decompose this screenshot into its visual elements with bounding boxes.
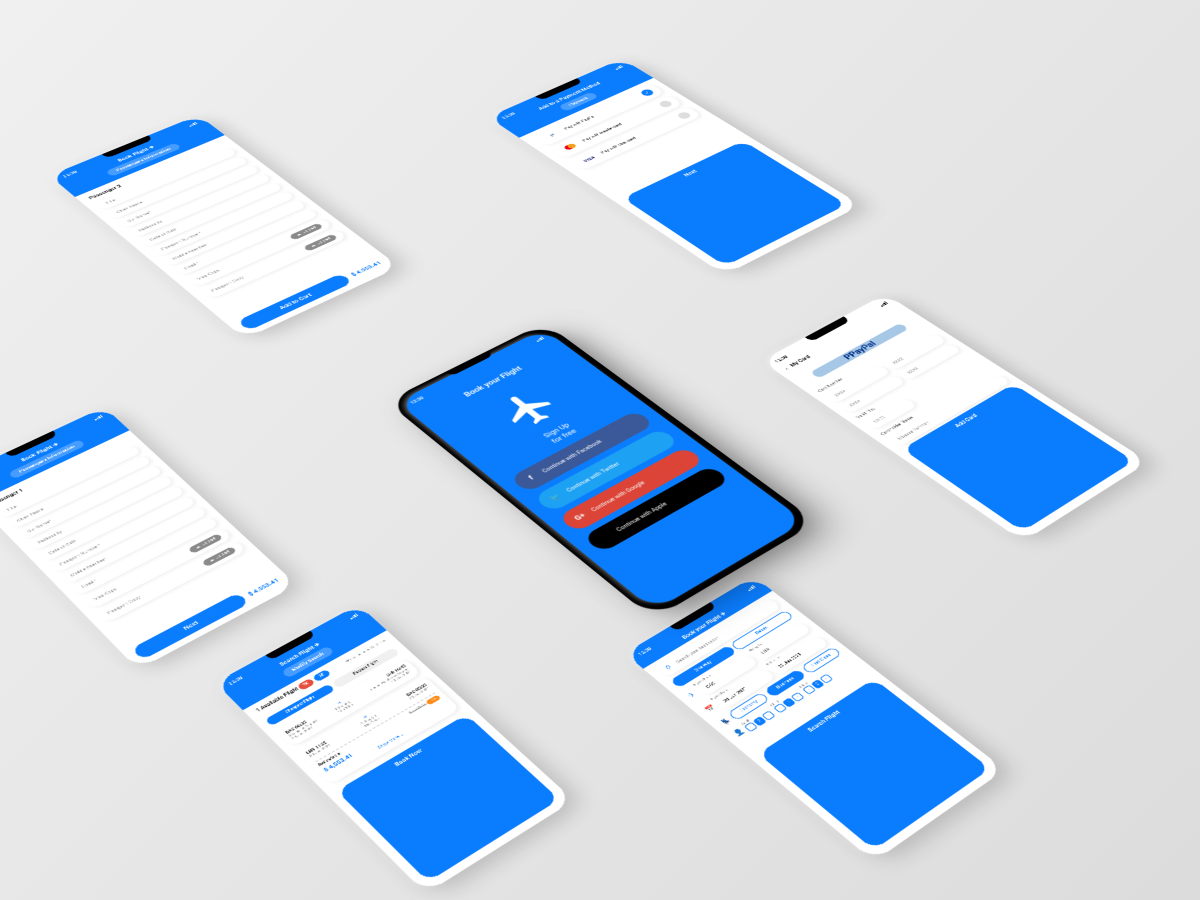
airline-tag-gf[interactable]: GF bbox=[312, 669, 331, 682]
plane-icon: ✈ bbox=[686, 689, 699, 699]
check-icon: ✓ bbox=[639, 88, 655, 97]
signal-icon bbox=[746, 585, 755, 591]
signal-icon bbox=[348, 613, 358, 619]
check-icon: ✓ bbox=[676, 111, 693, 120]
google-icon: G+ bbox=[571, 511, 591, 524]
airline-tag-tk[interactable]: TK bbox=[297, 678, 316, 691]
check-icon: ✓ bbox=[657, 100, 673, 109]
my-card-screen: 12:30 ‹ My Card P PayPal Card Number XXX… bbox=[761, 294, 1148, 542]
signal-icon bbox=[93, 415, 103, 421]
total-price: $ 4,553.41 bbox=[247, 578, 280, 598]
upload-icon: ☁ bbox=[194, 545, 202, 550]
card-brand: PayPal bbox=[846, 340, 879, 359]
back-icon[interactable]: ‹ bbox=[784, 367, 790, 371]
signal-icon bbox=[535, 336, 545, 341]
payment-method-screen: 12:30 ‹ Add to a Payment Method Payment … bbox=[488, 59, 861, 275]
paypal-icon: P bbox=[542, 130, 563, 140]
visa-label: Visa Copy bbox=[93, 587, 118, 601]
total-price: $ 4,553.41 bbox=[350, 261, 383, 278]
upload-icon: ☁ bbox=[310, 244, 318, 249]
status-time: 12:30 bbox=[637, 646, 653, 656]
seat-icon: 💺 bbox=[719, 716, 733, 726]
visa-label: Visa Copy bbox=[196, 269, 221, 281]
upload-icon: ☁ bbox=[208, 558, 216, 563]
signal-icon bbox=[878, 301, 887, 306]
mastercard-icon bbox=[559, 141, 582, 153]
apple-button[interactable]: Continue with Apple bbox=[582, 465, 730, 553]
signal-icon bbox=[187, 122, 197, 127]
book-flight-screen: 12:30 Book your Flight ✈ ⚲Search your de… bbox=[625, 576, 1005, 861]
twitter-icon: 🐦 bbox=[546, 491, 566, 504]
upload-icon: ☁ bbox=[295, 232, 303, 237]
passenger1-screen: 12:30 ‹ Book Flight ✈ Passengers Informa… bbox=[0, 407, 297, 670]
calendar-icon: 📅 bbox=[704, 704, 717, 714]
visa-icon: VISA bbox=[579, 154, 600, 165]
center-phone: 12:30 Book your Flight Sign Upfor free f… bbox=[386, 323, 817, 620]
facebook-icon: f bbox=[522, 472, 542, 485]
search-results-screen: 12:30 ‹ Search Flight ✈ Modify Search 1 … bbox=[215, 605, 574, 894]
search-icon: ⚲ bbox=[664, 662, 677, 671]
passenger2-screen: 12:30 ‹ Book Flight ✈ Passengers Informa… bbox=[49, 115, 399, 339]
apple-icon bbox=[596, 531, 616, 545]
signal-icon bbox=[613, 65, 623, 70]
person-icon: 👤 bbox=[732, 727, 746, 737]
